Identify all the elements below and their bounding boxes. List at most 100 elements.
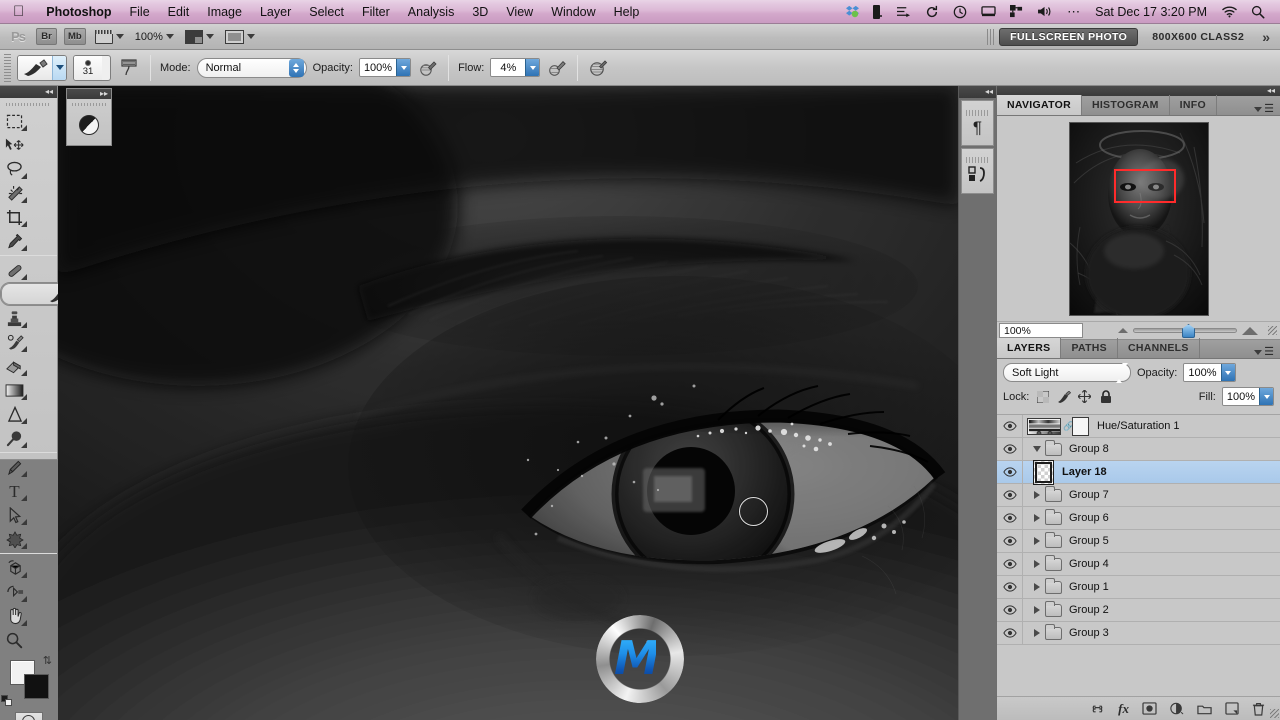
layer-fill-slider-arrow[interactable] <box>1259 388 1273 405</box>
zoom-in-icon[interactable] <box>1242 326 1258 335</box>
navigator-zoom-input[interactable]: 100% <box>999 323 1083 338</box>
layer-visibility-toggle[interactable] <box>997 506 1023 530</box>
workspace-800x600-class2[interactable]: 800X600 CLASS2 <box>1142 28 1254 46</box>
default-colors-icon[interactable] <box>1 695 13 707</box>
layer-mask-thumbnail[interactable] <box>1072 416 1089 436</box>
layer-visibility-toggle[interactable] <box>997 529 1023 553</box>
gradient-tool[interactable] <box>0 378 29 402</box>
table-row[interactable]: Group 2 <box>997 598 1280 622</box>
layer-name[interactable]: Group 1 <box>1069 581 1109 593</box>
tab-paths[interactable]: PATHS <box>1061 338 1118 358</box>
layer-name[interactable]: Group 2 <box>1069 604 1109 616</box>
layer-visibility-toggle[interactable] <box>997 460 1023 484</box>
brush-preset-picker[interactable] <box>17 54 67 81</box>
floating-panel-header[interactable]: ▸▸ <box>67 89 111 99</box>
brush-size-dropdown-arrow[interactable] <box>102 55 110 80</box>
delete-layer-icon[interactable] <box>1252 702 1265 716</box>
navigator-panel-menu-button[interactable]: ☰ <box>1254 104 1280 115</box>
lock-all-icon[interactable] <box>1098 389 1113 404</box>
3d-object-rotate-tool[interactable] <box>0 556 29 580</box>
airbrush-toggle-button[interactable] <box>587 57 609 79</box>
table-row[interactable]: Group 1 <box>997 575 1280 599</box>
menu-item-select[interactable]: Select <box>300 0 353 23</box>
group-expand-toggle[interactable] <box>1029 491 1045 499</box>
new-layer-icon[interactable] <box>1225 702 1239 715</box>
tab-channels[interactable]: CHANNELS <box>1118 338 1200 358</box>
layer-name[interactable]: Group 5 <box>1069 535 1109 547</box>
menu-item-3d[interactable]: 3D <box>463 0 497 23</box>
zoom-slider-thumb[interactable] <box>1182 324 1195 338</box>
layer-opacity-slider-arrow[interactable] <box>1220 364 1235 381</box>
rectangular-marquee-tool[interactable] <box>0 109 29 133</box>
menu-item-layer[interactable]: Layer <box>251 0 300 23</box>
table-row[interactable]: Layer 18 <box>997 459 1280 485</box>
layer-visibility-toggle[interactable] <box>997 552 1023 576</box>
eraser-tool[interactable] <box>0 354 29 378</box>
magic-wand-tool[interactable] <box>0 181 29 205</box>
link-layers-icon[interactable] <box>1090 704 1105 714</box>
table-row[interactable]: Group 8 <box>997 437 1280 461</box>
new-adjustment-layer-icon[interactable] <box>1170 702 1184 715</box>
lock-transparency-icon[interactable] <box>1035 389 1050 404</box>
dodge-tool[interactable] <box>0 426 29 450</box>
screen-mode-button[interactable] <box>223 29 257 44</box>
menu-item-analysis[interactable]: Analysis <box>399 0 464 23</box>
layer-visibility-toggle[interactable] <box>997 437 1023 461</box>
layer-name[interactable]: Hue/Saturation 1 <box>1097 420 1180 432</box>
menubar-clock[interactable]: Sat Dec 17 3:20 PM <box>1087 5 1215 19</box>
table-row[interactable]: Group 5 <box>997 529 1280 553</box>
display-icon[interactable] <box>974 5 1003 18</box>
paragraph-panel-button[interactable]: ¶ <box>961 100 994 146</box>
zoom-tool[interactable] <box>0 628 29 652</box>
flow-slider-arrow[interactable] <box>525 59 540 76</box>
collapse-panel-icon[interactable]: ◂◂ <box>45 88 53 96</box>
table-row[interactable]: Group 4 <box>997 552 1280 576</box>
layer-fill-input[interactable]: 100% <box>1221 387 1274 406</box>
image-canvas[interactable]: ▸▸ M <box>58 86 958 720</box>
character-panel-button[interactable] <box>961 148 994 194</box>
tab-navigator[interactable]: NAVIGATOR <box>997 95 1082 115</box>
tab-layers[interactable]: LAYERS <box>997 338 1062 358</box>
table-row[interactable]: Group 6 <box>997 506 1280 530</box>
table-row[interactable]: Group 7 <box>997 483 1280 507</box>
opacity-slider-arrow[interactable] <box>396 59 411 76</box>
panel-resize-grip[interactable] <box>1270 709 1279 718</box>
group-expand-toggle[interactable] <box>1029 514 1045 522</box>
layer-name[interactable]: Group 6 <box>1069 512 1109 524</box>
menu-item-filter[interactable]: Filter <box>353 0 399 23</box>
bluetooth-dots-icon[interactable]: ⋯ <box>1060 5 1087 18</box>
move-tool[interactable] <box>0 133 29 157</box>
pen-tool[interactable] <box>0 455 29 479</box>
timemachine-icon[interactable] <box>946 5 974 19</box>
tablet-pressure-opacity-icon[interactable] <box>417 57 439 79</box>
group-expand-toggle[interactable] <box>1029 606 1045 614</box>
background-color-swatch[interactable] <box>24 674 49 699</box>
group-expand-toggle[interactable] <box>1029 629 1045 637</box>
layer-style-fx-icon[interactable]: fx <box>1118 702 1129 715</box>
layer-visibility-toggle[interactable] <box>997 483 1023 507</box>
expand-panel-icon[interactable]: ▸▸ <box>100 90 108 98</box>
custom-shape-tool[interactable] <box>0 527 29 551</box>
brush-preset-dropdown-arrow[interactable] <box>52 55 66 80</box>
menu-item-edit[interactable]: Edit <box>159 0 199 23</box>
menu-item-photoshop[interactable]: Photoshop <box>37 0 120 23</box>
zoom-slider-track[interactable] <box>1133 324 1237 338</box>
tools-palette-header[interactable]: ◂◂ <box>0 86 57 98</box>
menu-item-window[interactable]: Window <box>542 0 604 23</box>
volume-icon[interactable] <box>1030 5 1060 18</box>
dock-header[interactable]: ◂◂ <box>959 86 996 98</box>
wifi-icon[interactable] <box>1215 6 1244 18</box>
blur-tool[interactable] <box>0 402 29 426</box>
lock-position-icon[interactable] <box>1077 389 1092 404</box>
collapse-dock-icon[interactable]: ◂◂ <box>1267 87 1275 95</box>
table-row[interactable]: 🔗 Hue/Saturation 1 <box>997 414 1280 438</box>
workspace-fullscreen-photo[interactable]: FULLSCREEN PHOTO <box>999 27 1139 46</box>
workspace-grip-handle[interactable] <box>987 28 996 45</box>
layer-blend-mode-select[interactable]: Soft Light <box>1003 362 1131 383</box>
lock-image-icon[interactable] <box>1056 389 1071 404</box>
dropbox-icon[interactable] <box>839 5 866 18</box>
battery-icon[interactable] <box>866 4 889 19</box>
new-group-icon[interactable] <box>1197 703 1212 715</box>
opacity-input[interactable]: 100% <box>358 58 412 77</box>
layer-name[interactable]: Group 8 <box>1069 443 1109 455</box>
